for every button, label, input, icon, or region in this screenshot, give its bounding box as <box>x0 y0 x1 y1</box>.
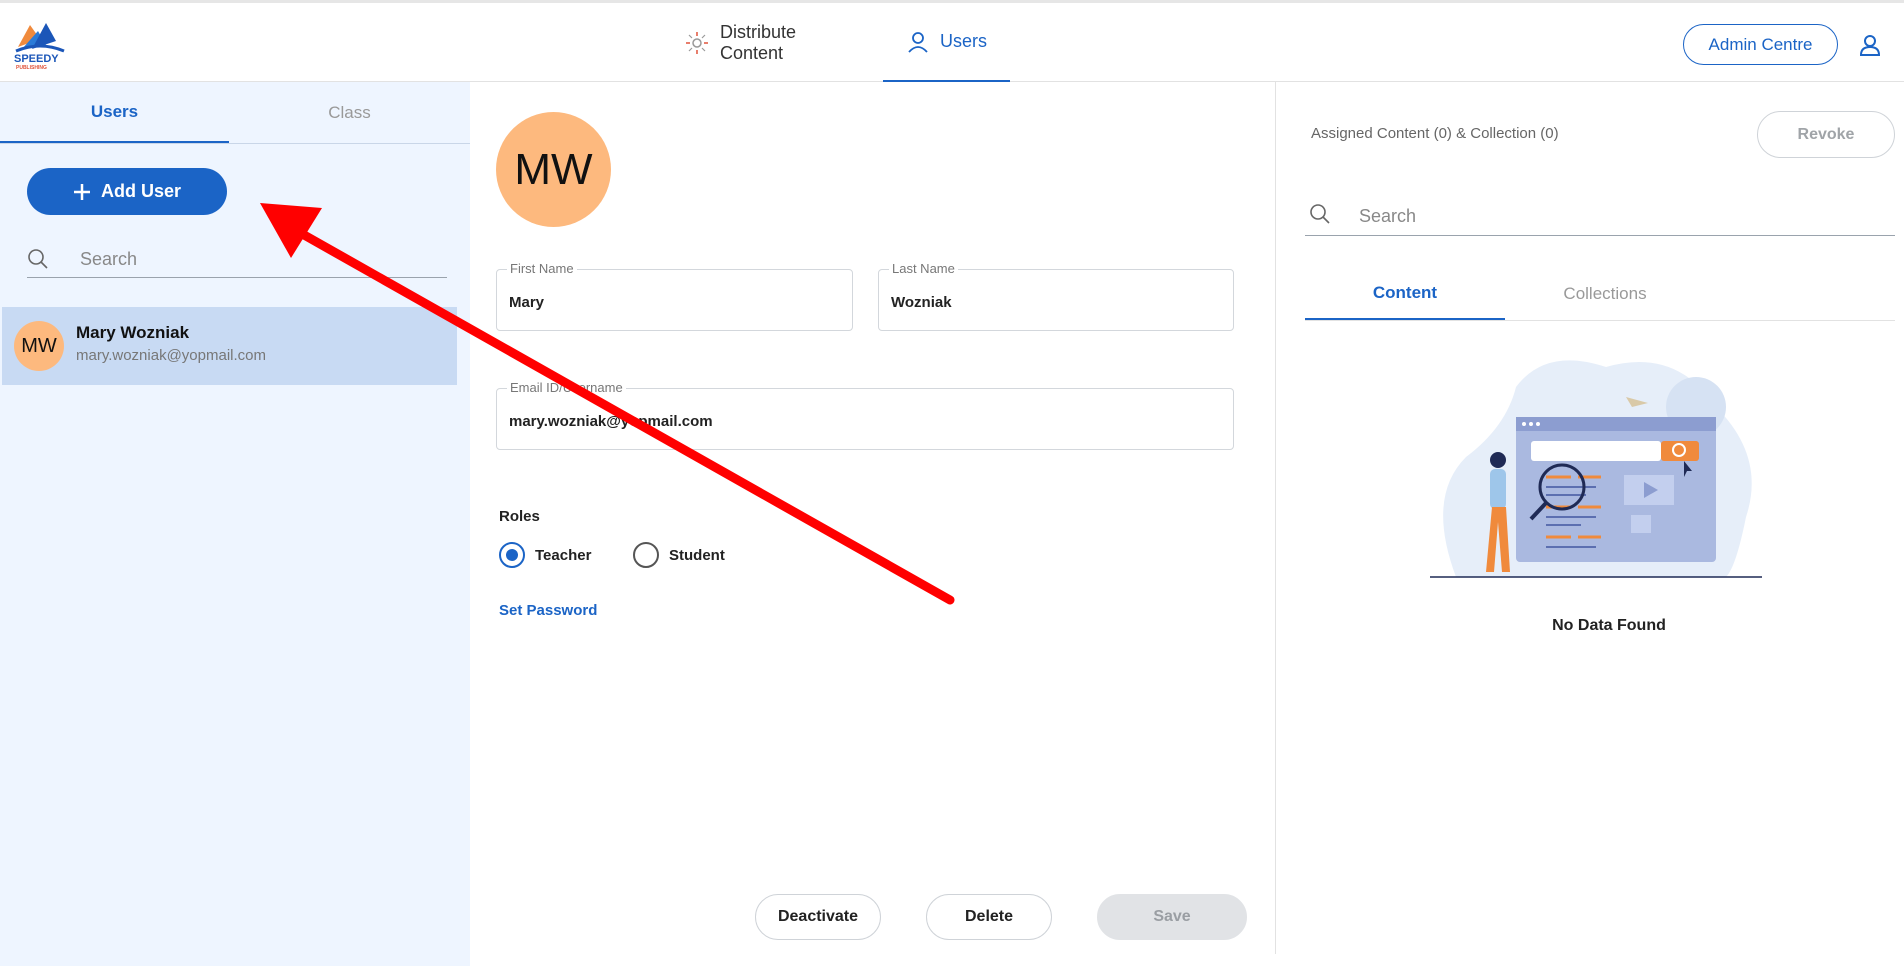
first-name-label: First Name <box>507 261 577 276</box>
email-value: mary.wozniak@yopmail.com <box>509 413 713 430</box>
last-name-label: Last Name <box>889 261 958 276</box>
user-search-input[interactable] <box>80 246 420 272</box>
nav-distribute-content[interactable]: Distribute Content <box>684 3 864 83</box>
plus-icon <box>73 183 90 200</box>
roles-label: Roles <box>499 508 540 525</box>
last-name-value: Wozniak <box>891 294 952 311</box>
radio-unselected-icon <box>633 542 659 568</box>
content-search-input[interactable] <box>1359 203 1859 229</box>
radio-selected-icon <box>499 542 525 568</box>
user-avatar-large: MW <box>496 112 611 227</box>
logo-subtext: PUBLISHING <box>16 65 47 71</box>
revoke-button[interactable]: Revoke <box>1757 111 1895 158</box>
assigned-content-panel: Assigned Content (0) & Collection (0) Re… <box>1276 82 1904 966</box>
role-student-radio[interactable]: Student <box>633 542 725 568</box>
user-search <box>27 242 447 278</box>
speedy-publishing-logo[interactable]: SPEEDY PUBLISHING <box>12 17 68 73</box>
tab-collections[interactable]: Collections <box>1505 267 1705 321</box>
role-teacher-radio[interactable]: Teacher <box>499 542 591 568</box>
book-logo-icon <box>15 23 65 53</box>
save-button[interactable]: Save <box>1097 894 1247 940</box>
profile-icon[interactable] <box>1858 33 1882 57</box>
users-sidebar: Users Class Add User MW Mary Wozniak mar… <box>0 82 470 966</box>
role-teacher-label: Teacher <box>535 546 592 564</box>
nav-users[interactable]: Users <box>883 3 1010 83</box>
tab-users[interactable]: Users <box>0 82 229 144</box>
tab-divider <box>1305 320 1895 321</box>
set-password-link[interactable]: Set Password <box>499 602 597 619</box>
add-user-label: Add User <box>100 181 181 201</box>
email-label: Email ID/Username <box>507 380 626 395</box>
email-field[interactable]: Email ID/Username mary.wozniak@yopmail.c… <box>496 380 1234 450</box>
user-detail-panel: MW First Name Mary Last Name Wozniak Ema… <box>470 82 1276 966</box>
no-data-text: No Data Found <box>1552 617 1666 634</box>
last-name-field[interactable]: Last Name Wozniak <box>878 261 1234 331</box>
first-name-value: Mary <box>509 294 545 311</box>
logo-text: SPEEDY <box>14 53 59 65</box>
user-icon <box>908 31 928 53</box>
content-search <box>1305 197 1895 236</box>
user-list-item[interactable]: MW Mary Wozniak mary.wozniak@yopmail.com <box>2 307 457 385</box>
avatar: MW <box>14 321 64 371</box>
nav-users-label: Users <box>939 31 987 51</box>
user-name: Mary Wozniak <box>76 323 190 342</box>
search-icon <box>1310 204 1330 224</box>
search-icon <box>28 249 48 269</box>
top-header: SPEEDY PUBLISHING Distribute Content Use… <box>0 0 1904 83</box>
tab-content[interactable]: Content <box>1305 267 1505 321</box>
assigned-title: Assigned Content (0) & Collection (0) <box>1311 125 1559 142</box>
user-email: mary.wozniak@yopmail.com <box>76 347 266 364</box>
no-data-illustration <box>1430 360 1762 578</box>
add-user-button[interactable]: Add User <box>27 168 227 215</box>
admin-centre-button[interactable]: Admin Centre <box>1683 24 1838 65</box>
distribute-icon <box>685 32 708 54</box>
role-student-label: Student <box>669 546 725 564</box>
deactivate-button[interactable]: Deactivate <box>755 894 881 940</box>
first-name-field[interactable]: First Name Mary <box>496 261 853 331</box>
tab-class[interactable]: Class <box>229 82 470 144</box>
nav-distribute-label: Distribute Content <box>719 22 797 63</box>
tab-divider <box>0 143 470 144</box>
delete-button[interactable]: Delete <box>926 894 1052 940</box>
